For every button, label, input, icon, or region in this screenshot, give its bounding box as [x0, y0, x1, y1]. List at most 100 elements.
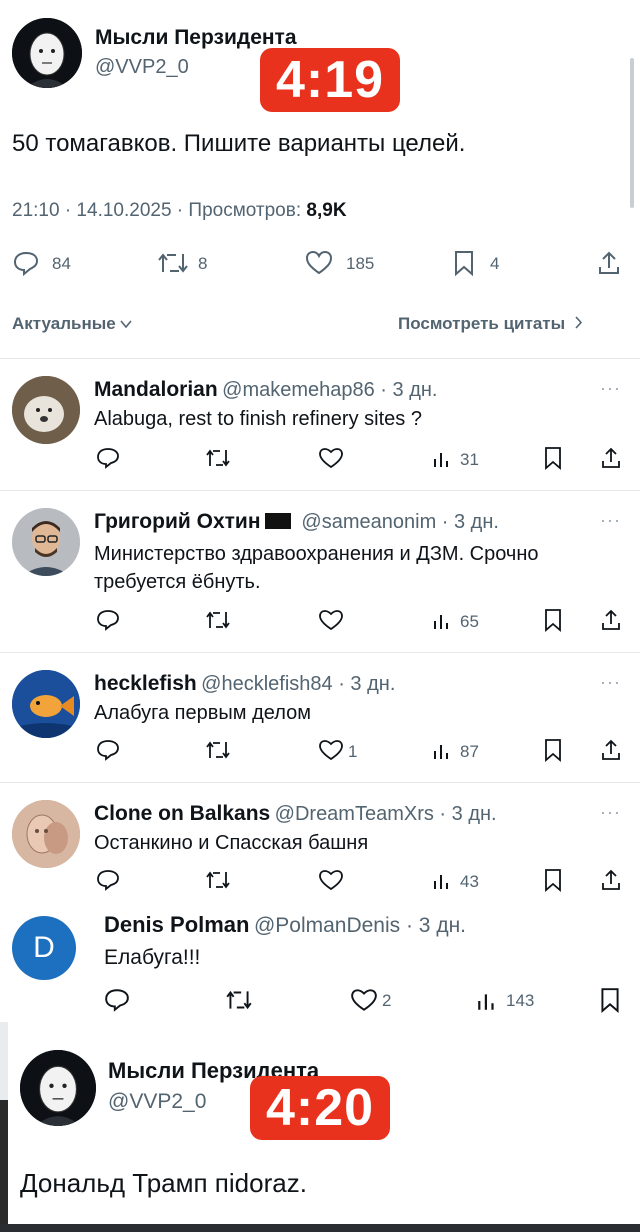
reply-name[interactable]: Григорий Охтин — [94, 510, 261, 533]
share-button[interactable] — [600, 868, 622, 892]
reply-button[interactable] — [96, 869, 120, 891]
reply-avatar[interactable] — [12, 670, 80, 738]
reply-header: hecklefish @hecklefish84 · 3 дн. — [94, 672, 395, 696]
repost-icon — [206, 611, 230, 629]
reply-button[interactable] — [12, 250, 40, 276]
flag-icon — [264, 513, 291, 529]
heart-icon — [319, 448, 343, 469]
repost-icon — [206, 871, 230, 889]
sort-label: Актуальные — [12, 314, 116, 333]
bookmark-count: 4 — [490, 254, 500, 273]
share-button[interactable] — [600, 738, 622, 762]
like-button[interactable] — [350, 988, 378, 1012]
author-avatar[interactable] — [12, 18, 82, 88]
reply-button[interactable] — [96, 609, 120, 631]
reply-avatar[interactable] — [12, 376, 80, 444]
view-quotes-link[interactable]: Посмотреть цитаты — [398, 314, 583, 334]
views-icon[interactable] — [432, 611, 452, 631]
repost-button[interactable] — [224, 988, 254, 1012]
repost-button[interactable] — [204, 739, 232, 761]
reply-name[interactable]: Denis Polman — [104, 912, 249, 937]
author-avatar[interactable] — [20, 1050, 96, 1126]
repost-button[interactable] — [204, 447, 232, 469]
reply-handle[interactable]: @DreamTeamXrs · 3 дн. — [275, 803, 497, 825]
repost-button[interactable] — [204, 869, 232, 891]
share-button[interactable] — [600, 608, 622, 632]
bookmark-button[interactable] — [598, 987, 622, 1013]
mannequin-avatar-icon — [12, 800, 80, 868]
reply-avatar[interactable]: D — [12, 916, 76, 980]
repost-button[interactable] — [156, 250, 190, 276]
share-icon — [599, 251, 619, 274]
bookmark-button[interactable] — [452, 249, 476, 277]
bookmark-button[interactable] — [542, 868, 564, 892]
reply-handle[interactable]: @makemehap86 · 3 дн. — [222, 379, 437, 401]
sort-dropdown[interactable]: Актуальные — [12, 314, 133, 334]
chevron-right-icon — [574, 314, 583, 334]
like-button[interactable] — [318, 609, 344, 631]
bookmark-button[interactable] — [542, 608, 564, 632]
heart-icon — [305, 250, 333, 275]
views-icon[interactable] — [432, 741, 452, 761]
repost-count: 8 — [198, 254, 208, 273]
post-timestamp: 21:10 · 14.10.2025 · Просмотров: — [12, 200, 307, 221]
scrollbar[interactable] — [630, 58, 634, 208]
views-icon[interactable] — [476, 990, 498, 1012]
views-count: 8,9K — [306, 200, 347, 221]
fish-avatar-icon — [12, 670, 80, 738]
reply-avatar[interactable] — [12, 508, 80, 576]
reply-header: Григорий Охтин @sameanonim · 3 дн. — [94, 510, 499, 534]
heart-icon — [319, 740, 343, 761]
post-text: 50 томагавков. Пишите варианты целей. — [12, 130, 466, 157]
bookmark-button[interactable] — [542, 446, 564, 470]
reply-name[interactable]: Mandalorian — [94, 378, 218, 401]
reply-name[interactable]: hecklefish — [94, 672, 197, 695]
dog-avatar-icon — [12, 376, 80, 444]
reply-name[interactable]: Clone on Balkans — [94, 802, 270, 825]
more-icon[interactable]: ··· — [600, 510, 621, 531]
like-button[interactable] — [318, 739, 344, 761]
reply-avatar[interactable] — [12, 800, 80, 868]
like-count: 185 — [346, 254, 375, 273]
repost-icon — [158, 253, 188, 273]
more-icon[interactable]: ··· — [600, 802, 621, 823]
reply-handle[interactable]: @hecklefish84 · 3 дн. — [201, 673, 395, 695]
like-button[interactable] — [304, 250, 334, 276]
timer-badge: 4:20 — [250, 1076, 391, 1140]
share-button[interactable] — [600, 446, 622, 470]
reply-button[interactable] — [96, 739, 120, 761]
heart-icon — [351, 989, 377, 1011]
author-handle[interactable]: @VVP2_0 — [108, 1090, 206, 1114]
more-icon[interactable]: ··· — [600, 378, 621, 399]
reply-text: Останкино и Спасская башня — [94, 832, 369, 854]
more-icon[interactable]: ··· — [600, 672, 621, 693]
reply-button[interactable] — [96, 447, 120, 469]
like-button[interactable] — [318, 869, 344, 891]
author-handle[interactable]: @VVP2_0 — [95, 56, 189, 79]
divider — [0, 490, 640, 491]
face-avatar-icon — [20, 1050, 96, 1126]
reply-header: Mandalorian @makemehap86 · 3 дн. — [94, 378, 437, 402]
views-icon[interactable] — [432, 871, 452, 891]
reply-text: Alabuga, rest to finish refinery sites ? — [94, 408, 422, 430]
comment-icon — [105, 989, 129, 1012]
repost-icon — [206, 741, 230, 759]
share-button[interactable] — [596, 249, 622, 277]
heart-icon — [319, 610, 343, 631]
reply-handle[interactable]: @sameanonim · 3 дн. — [301, 511, 499, 533]
bookmark-button[interactable] — [542, 738, 564, 762]
bookmark-icon — [545, 609, 561, 632]
like-button[interactable] — [318, 447, 344, 469]
comment-icon — [97, 448, 119, 469]
reply-handle[interactable]: @PolmanDenis · 3 дн. — [254, 914, 466, 937]
screenshot-edge-dark — [0, 1100, 8, 1232]
share-icon — [602, 739, 620, 760]
screenshot-bottom-strip — [0, 1224, 640, 1232]
reply-button[interactable] — [104, 988, 130, 1012]
share-icon — [602, 447, 620, 468]
repost-button[interactable] — [204, 609, 232, 631]
author-name[interactable]: Мысли Перзидента — [95, 26, 297, 50]
bookmark-icon — [545, 739, 561, 762]
views-icon[interactable] — [432, 449, 452, 469]
divider — [0, 782, 640, 783]
